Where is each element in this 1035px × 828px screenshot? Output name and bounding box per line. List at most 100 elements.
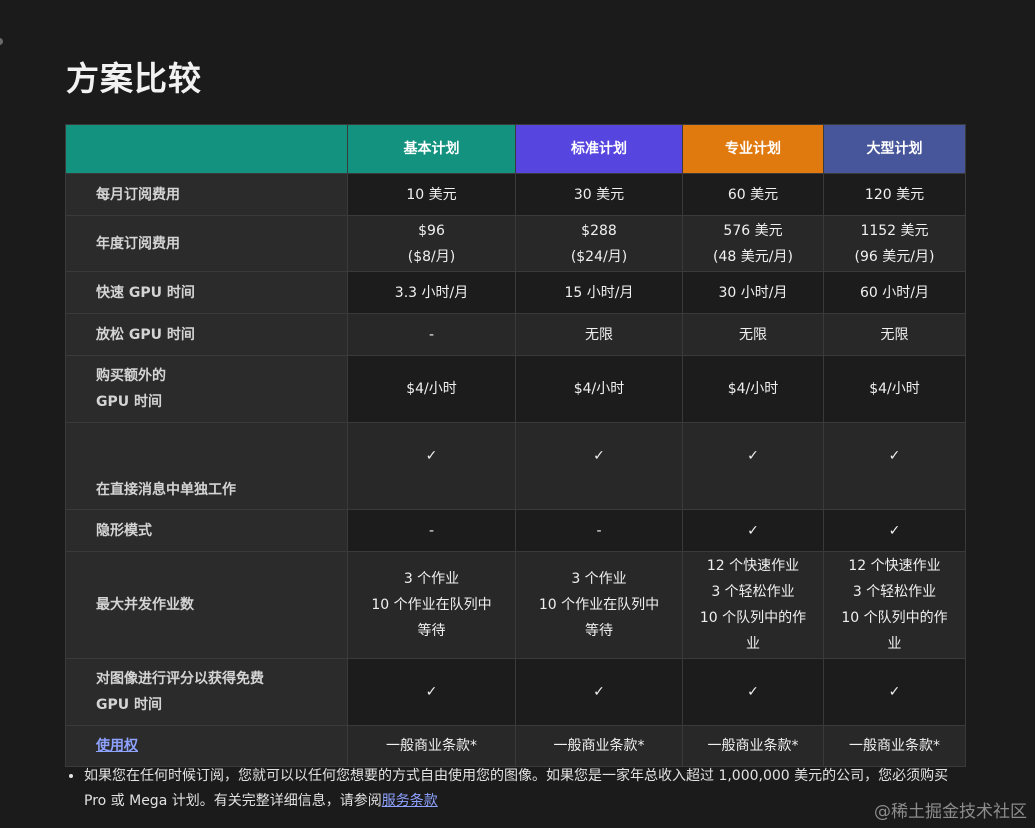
table-cell: $4/小时: [515, 355, 683, 423]
table-row-max-concurrent-jobs: 最大并发作业数 3 个作业 10 个作业在队列中 等待 3 个作业 10 个作业…: [65, 551, 966, 659]
cell-line: 业: [887, 636, 902, 652]
table-cell: 3.3 小时/月: [347, 271, 516, 314]
cell-line: 3 个作业: [403, 571, 460, 587]
page: 方案比较 基本计划 标准计划 专业计划 大型计划 每月订阅费用 10 美元 30…: [0, 0, 1035, 828]
table-row-direct-message: 在直接消息中单独工作 ✓ ✓ ✓ ✓: [65, 422, 966, 510]
check-icon: ✓: [823, 509, 966, 552]
cell-line: 等待: [585, 623, 613, 639]
table-row-annual-fee: 年度订阅费用 $96 ($8/月) $288 ($24/月) 576 美元 (4…: [65, 215, 966, 272]
table-cell: -: [347, 313, 516, 356]
cell-line: 12 个快速作业: [848, 558, 941, 574]
check-icon: ✓: [347, 658, 516, 726]
watermark: @稀土掘金技术社区: [874, 802, 1027, 822]
table-row-usage-rights: 使用权 一般商业条款* 一般商业条款* 一般商业条款* 一般商业条款*: [65, 725, 966, 767]
check-icon: ✓: [682, 658, 824, 726]
row-label: 每月订阅费用: [65, 173, 348, 216]
table-row-rate-images: 对图像进行评分以获得免费 GPU 时间 ✓ ✓ ✓ ✓: [65, 658, 966, 726]
check-icon: ✓: [347, 422, 516, 510]
label-line: 对图像进行评分以获得免费: [96, 671, 264, 687]
table-cell: 12 个快速作业 3 个轻松作业 10 个队列中的作 业: [823, 551, 966, 659]
cell-line: 3 个轻松作业: [852, 584, 937, 600]
row-label: 快速 GPU 时间: [65, 271, 348, 314]
table-cell: 576 美元 (48 美元/月): [682, 215, 824, 272]
table-cell: $288 ($24/月): [515, 215, 683, 272]
cell-line: ($24/月): [570, 248, 628, 265]
plan-header-basic: 基本计划: [347, 124, 516, 174]
page-title: 方案比较: [66, 59, 202, 98]
table-row-stealth-mode: 隐形模式 - - ✓ ✓: [65, 509, 966, 552]
usage-rights-link[interactable]: 使用权: [96, 738, 138, 754]
plan-header-pro: 专业计划: [682, 124, 824, 174]
plan-comparison-table: 基本计划 标准计划 专业计划 大型计划 每月订阅费用 10 美元 30 美元 6…: [65, 124, 966, 767]
check-icon: ✓: [515, 422, 683, 510]
table-row-relax-gpu: 放松 GPU 时间 - 无限 无限 无限: [65, 313, 966, 356]
cell-line: 10 个作业在队列中: [371, 597, 492, 613]
cell-line: 576 美元: [723, 222, 783, 239]
table-cell: 30 小时/月: [682, 271, 824, 314]
plan-header-mega: 大型计划: [823, 124, 966, 174]
table-cell: $4/小时: [682, 355, 824, 423]
table-cell: -: [515, 509, 683, 552]
cell-line: 10 个队列中的作: [841, 610, 948, 626]
table-cell: 无限: [682, 313, 824, 356]
cell-line: 等待: [417, 623, 446, 639]
row-label: 隐形模式: [65, 509, 348, 552]
table-cell: 3 个作业 10 个作业在队列中 等待: [515, 551, 683, 659]
table-cell: 60 小时/月: [823, 271, 966, 314]
terms-of-service-link[interactable]: 服务条款: [382, 793, 438, 809]
table-cell: 一般商业条款*: [515, 725, 683, 767]
table-cell: 一般商业条款*: [823, 725, 966, 767]
header-corner-cell: [65, 124, 348, 174]
cell-line: $96: [418, 222, 445, 239]
plan-header-standard: 标准计划: [515, 124, 683, 174]
table-cell: 无限: [515, 313, 683, 356]
table-row-monthly-fee: 每月订阅费用 10 美元 30 美元 60 美元 120 美元: [65, 173, 966, 216]
row-label: 对图像进行评分以获得免费 GPU 时间: [65, 658, 348, 726]
cell-line: 12 个快速作业: [706, 558, 800, 574]
cell-line: 10 个作业在队列中: [538, 597, 660, 613]
table-cell: 无限: [823, 313, 966, 356]
cell-line: (48 美元/月): [713, 248, 793, 265]
table-cell: 一般商业条款*: [347, 725, 516, 767]
row-label: 放松 GPU 时间: [65, 313, 348, 356]
table-cell: -: [347, 509, 516, 552]
cell-line: (96 美元/月): [854, 248, 935, 265]
cell-line: 10 个队列中的作: [699, 610, 807, 626]
table-header-row: 基本计划 标准计划 专业计划 大型计划: [65, 124, 966, 174]
row-label: 在直接消息中单独工作: [65, 422, 348, 510]
label-line: GPU 时间: [96, 394, 162, 410]
cell-line: $288: [581, 222, 617, 239]
table-cell: $4/小时: [347, 355, 516, 423]
cell-line: 3 个作业: [571, 571, 627, 587]
table-cell: 一般商业条款*: [682, 725, 824, 767]
row-label-cell: 使用权: [65, 725, 348, 767]
table-cell: 12 个快速作业 3 个轻松作业 10 个队列中的作 业: [682, 551, 824, 659]
row-label: 购买额外的 GPU 时间: [65, 355, 348, 423]
label-line: GPU 时间: [96, 697, 162, 713]
table-row-extra-gpu: 购买额外的 GPU 时间 $4/小时 $4/小时 $4/小时 $4/小时: [65, 355, 966, 423]
footnote-list: 如果您在任何时候订阅，您就可以以任何您想要的方式自由使用您的图像。如果您是一家年…: [66, 764, 956, 814]
label-line: 购买额外的: [96, 368, 166, 384]
check-icon: ✓: [515, 658, 683, 726]
cell-line: 3 个轻松作业: [711, 584, 795, 600]
cell-line: 1152 美元: [860, 222, 929, 239]
table-cell: 60 美元: [682, 173, 824, 216]
table-cell: 3 个作业 10 个作业在队列中 等待: [347, 551, 516, 659]
table-cell: 1152 美元 (96 美元/月): [823, 215, 966, 272]
check-icon: ✓: [823, 422, 966, 510]
cell-line: 业: [746, 636, 760, 652]
check-icon: ✓: [823, 658, 966, 726]
footnote-text: 如果您在任何时候订阅，您就可以以任何您想要的方式自由使用您的图像。如果您是一家年…: [84, 768, 949, 809]
table-cell: $96 ($8/月): [347, 215, 516, 272]
row-label: 年度订阅费用: [65, 215, 348, 272]
check-icon: ✓: [682, 509, 824, 552]
cell-line: ($8/月): [407, 248, 456, 265]
check-icon: ✓: [682, 422, 824, 510]
table-cell: 15 小时/月: [515, 271, 683, 314]
table-row-fast-gpu: 快速 GPU 时间 3.3 小时/月 15 小时/月 30 小时/月 60 小时…: [65, 271, 966, 314]
edge-marker: [0, 38, 3, 45]
table-cell: 10 美元: [347, 173, 516, 216]
table-cell: 30 美元: [515, 173, 683, 216]
footnote-item: 如果您在任何时候订阅，您就可以以任何您想要的方式自由使用您的图像。如果您是一家年…: [84, 764, 956, 814]
table-cell: 120 美元: [823, 173, 966, 216]
